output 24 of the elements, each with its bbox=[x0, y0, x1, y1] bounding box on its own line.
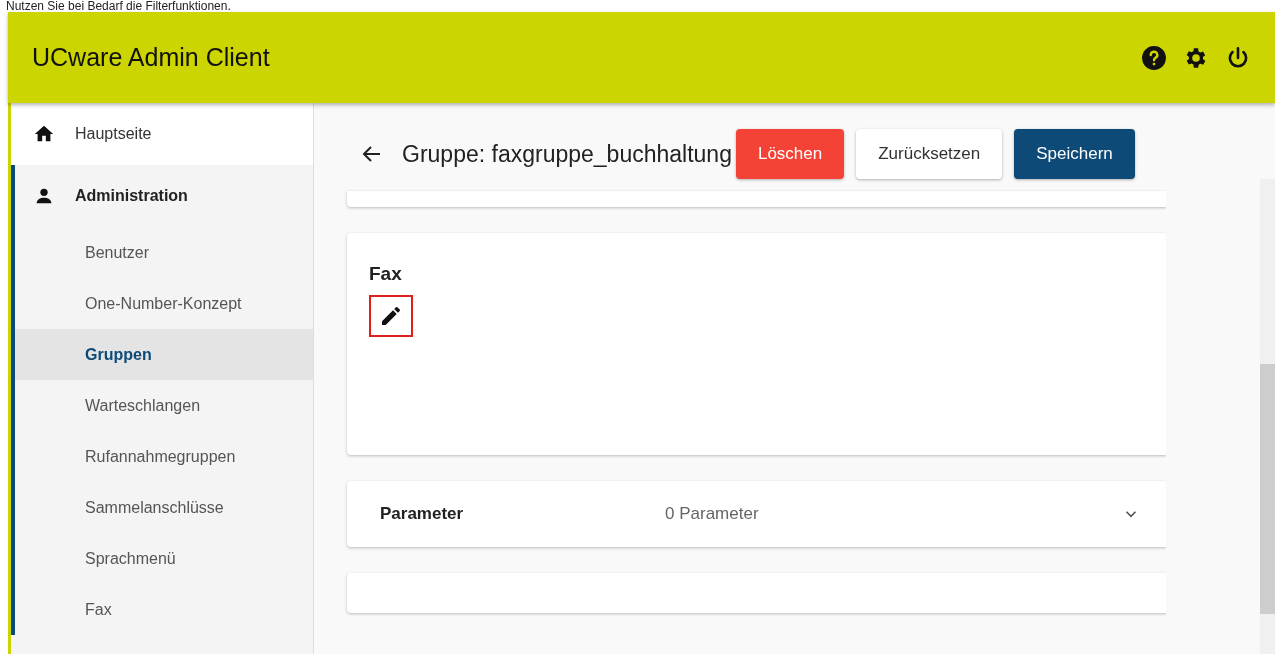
sidebar-subitem[interactable]: One-Number-Konzept bbox=[15, 278, 313, 329]
sidebar-item[interactable]: Hauptseite bbox=[11, 103, 313, 165]
action-button[interactable]: Löschen bbox=[735, 129, 845, 179]
instruction-text: Nutzen Sie bei Bedarf die Filterfunktionen. bbox=[5, 0, 232, 12]
action-button[interactable]: Speichern bbox=[1014, 129, 1135, 179]
sidebar-subitem[interactable]: Rufannahmegruppen bbox=[15, 431, 313, 482]
action-button[interactable]: Zurücksetzen bbox=[856, 129, 1003, 179]
sidebar-subitem[interactable]: Benutzer bbox=[15, 227, 313, 278]
sidebar-subitem[interactable]: Gruppen bbox=[15, 329, 313, 380]
card-title: Fax bbox=[369, 263, 403, 285]
page-title: Gruppe: faxgruppe_buchhaltung bbox=[402, 140, 732, 168]
scrollbar-thumb[interactable] bbox=[1260, 364, 1275, 614]
sidebar-subitem[interactable]: Sammelanschlüsse bbox=[15, 482, 313, 533]
sidebar-subitem[interactable]: Fax bbox=[15, 584, 313, 635]
app-title: UCware Admin Client bbox=[32, 43, 270, 72]
parameter-panel[interactable]: Parameter 0 Parameter bbox=[347, 481, 1166, 547]
help-icon[interactable] bbox=[1141, 44, 1167, 71]
edit-button[interactable] bbox=[369, 295, 413, 337]
scrollbar[interactable] bbox=[1260, 179, 1275, 654]
sidebar-subitem[interactable]: Sprachmenü bbox=[15, 533, 313, 584]
panel-title: Parameter bbox=[380, 504, 465, 524]
sidebar-subitem[interactable]: Warteschlangen bbox=[15, 380, 313, 431]
pencil-icon bbox=[379, 304, 403, 328]
panel-summary: 0 Parameter bbox=[665, 504, 760, 524]
